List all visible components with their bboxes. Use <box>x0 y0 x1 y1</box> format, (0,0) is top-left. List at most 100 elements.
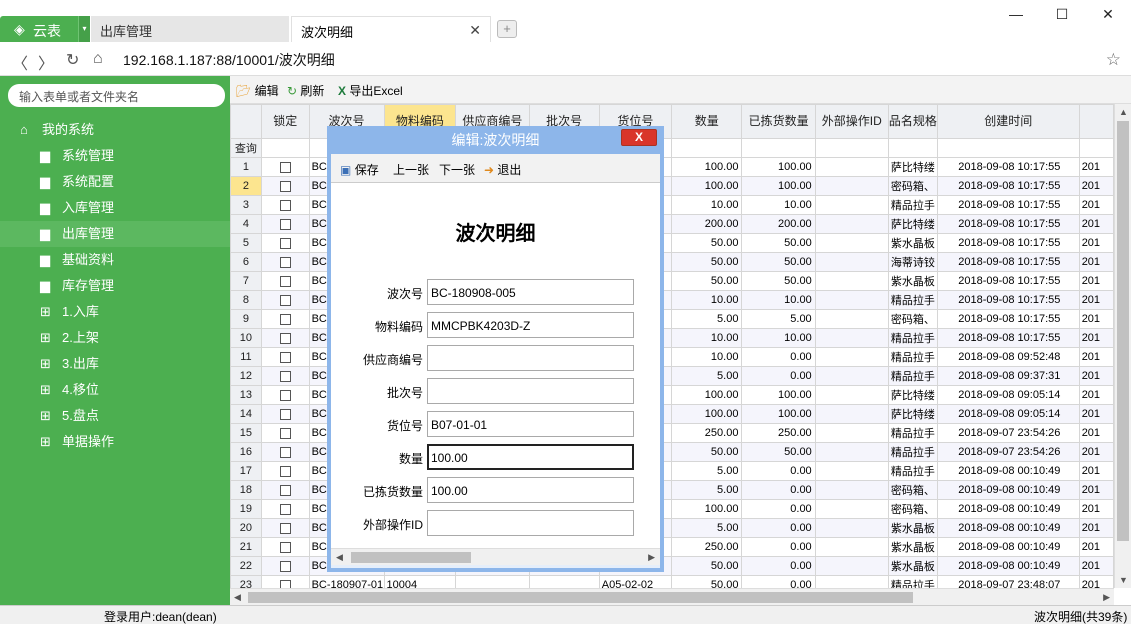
lock-cell[interactable] <box>260 176 310 196</box>
vertical-scrollbar[interactable]: ▲ ▼ <box>1114 104 1131 588</box>
cell-ext[interactable] <box>814 404 889 424</box>
cell-name[interactable]: 精品拉手 <box>887 328 938 348</box>
field-input[interactable]: 100.00 <box>427 444 634 470</box>
export-excel-button[interactable]: X 导出Excel <box>338 82 403 99</box>
maximize-icon[interactable]: ☐ <box>1039 6 1085 26</box>
sidebar-item[interactable]: ▆ 基础资料 <box>0 247 230 273</box>
column-header[interactable]: 品名规格 <box>887 104 938 139</box>
cell-ext[interactable] <box>814 442 889 462</box>
lock-cell[interactable] <box>260 404 310 424</box>
dialog-horizontal-scrollbar[interactable]: ◀ ▶ <box>331 548 660 565</box>
cell-picked[interactable]: 50.00 <box>741 271 816 291</box>
scroll-left-icon[interactable]: ◀ <box>336 552 343 563</box>
lock-checkbox[interactable] <box>279 541 291 553</box>
lock-cell[interactable] <box>260 575 310 588</box>
cell-name[interactable]: 密码箱、 <box>887 176 938 196</box>
cell-qty[interactable]: 10.00 <box>671 328 743 348</box>
cell-picked[interactable]: 0.00 <box>741 556 816 576</box>
cell-time[interactable]: 2018-09-08 00:10:49 <box>936 556 1080 576</box>
lock-checkbox[interactable] <box>279 332 291 344</box>
cell-time[interactable]: 2018-09-08 10:17:55 <box>936 214 1080 234</box>
cell-time[interactable]: 2018-09-08 10:17:55 <box>936 309 1080 329</box>
reload-icon[interactable]: ↻ <box>66 50 79 70</box>
cell-picked[interactable]: 0.00 <box>741 537 816 557</box>
cell-qty[interactable]: 5.00 <box>671 366 743 386</box>
cell-extra[interactable]: 201 <box>1078 328 1114 348</box>
lock-checkbox[interactable] <box>279 275 291 287</box>
field-input[interactable] <box>427 378 634 404</box>
tab-wave-detail[interactable]: 波次明细 ✕ <box>291 16 491 42</box>
cell-ext[interactable] <box>814 214 889 234</box>
field-input[interactable]: MMCPBK4203D-Z <box>427 312 634 338</box>
field-input[interactable]: B07-01-01 <box>427 411 634 437</box>
lock-checkbox[interactable] <box>279 484 291 496</box>
cell-ext[interactable] <box>814 518 889 538</box>
cell-ext[interactable] <box>814 176 889 196</box>
cell-name[interactable]: 精品拉手 <box>887 575 938 588</box>
field-input[interactable]: BC-180908-005 <box>427 279 634 305</box>
cell-name[interactable]: 萨比特缕 <box>887 404 938 424</box>
cell-qty[interactable]: 10.00 <box>671 290 743 310</box>
cell-picked[interactable]: 200.00 <box>741 214 816 234</box>
cell-extra[interactable]: 201 <box>1078 423 1114 443</box>
cell-extra[interactable]: 201 <box>1078 271 1114 291</box>
lock-checkbox[interactable] <box>279 579 291 588</box>
cell-extra[interactable]: 201 <box>1078 309 1114 329</box>
back-icon[interactable]: 〈 <box>12 50 28 74</box>
cell-name[interactable]: 紫水晶板 <box>887 233 938 253</box>
query-cell[interactable] <box>741 138 816 158</box>
cell-picked[interactable]: 0.00 <box>741 347 816 367</box>
cell-qty[interactable]: 50.00 <box>671 442 743 462</box>
lock-checkbox[interactable] <box>279 294 291 306</box>
lock-checkbox[interactable] <box>279 161 291 173</box>
sidebar-search-input[interactable]: 输入表单或者文件夹名 <box>8 84 225 107</box>
cell-time[interactable]: 2018-09-07 23:54:26 <box>936 423 1080 443</box>
lock-cell[interactable] <box>260 195 310 215</box>
cell-name[interactable]: 精品拉手 <box>887 347 938 367</box>
horizontal-scroll-thumb[interactable] <box>248 592 913 603</box>
column-header[interactable]: 数量 <box>671 104 743 139</box>
cell-ext[interactable] <box>814 575 889 588</box>
scroll-up-icon[interactable]: ▲ <box>1119 107 1128 117</box>
lock-cell[interactable] <box>260 499 310 519</box>
cell-time[interactable]: 2018-09-07 23:54:26 <box>936 442 1080 462</box>
cell-name[interactable]: 密码箱、 <box>887 499 938 519</box>
lock-cell[interactable] <box>260 233 310 253</box>
lock-cell[interactable] <box>260 423 310 443</box>
cell-time[interactable]: 2018-09-08 00:10:49 <box>936 537 1080 557</box>
lock-checkbox[interactable] <box>279 370 291 382</box>
column-header[interactable]: 外部操作ID <box>814 104 889 139</box>
dialog-close-button[interactable]: X <box>621 129 657 146</box>
cell-picked[interactable]: 10.00 <box>741 328 816 348</box>
scroll-right-icon[interactable]: ▶ <box>1103 592 1110 603</box>
cell-time[interactable]: 2018-09-08 00:10:49 <box>936 518 1080 538</box>
cell-ext[interactable] <box>814 309 889 329</box>
cell-ext[interactable] <box>814 385 889 405</box>
cell-time[interactable]: 2018-09-07 23:48:07 <box>936 575 1080 588</box>
sidebar-item[interactable]: ▆ 系统管理 <box>0 143 230 169</box>
cell-extra[interactable]: 201 <box>1078 537 1114 557</box>
cell-wave[interactable]: BC-180907-01 <box>308 575 385 588</box>
cell-time[interactable]: 2018-09-08 09:37:31 <box>936 366 1080 386</box>
cell-name[interactable]: 萨比特缕 <box>887 214 938 234</box>
cell-extra[interactable]: 201 <box>1078 347 1114 367</box>
cell-extra[interactable]: 201 <box>1078 518 1114 538</box>
lock-cell[interactable] <box>260 252 310 272</box>
next-button[interactable]: 下一张 <box>439 161 475 178</box>
sidebar-item[interactable]: ⊞ 1.入库 <box>0 299 230 325</box>
lock-cell[interactable] <box>260 537 310 557</box>
cell-picked[interactable]: 10.00 <box>741 290 816 310</box>
column-header[interactable]: 创建时间 <box>936 104 1080 139</box>
cell-ext[interactable] <box>814 480 889 500</box>
bookmark-star-icon[interactable]: ☆ <box>1106 50 1121 70</box>
scroll-right-icon[interactable]: ▶ <box>648 552 655 563</box>
cell-name[interactable]: 萨比特缕 <box>887 157 938 177</box>
dropdown-icon[interactable]: ▾ <box>78 16 90 42</box>
cell-name[interactable]: 精品拉手 <box>887 442 938 462</box>
cell-extra[interactable]: 201 <box>1078 480 1114 500</box>
column-header[interactable]: 锁定 <box>260 104 310 139</box>
cell-name[interactable]: 精品拉手 <box>887 366 938 386</box>
cell-loc[interactable]: A05-02-02 <box>598 575 673 588</box>
lock-checkbox[interactable] <box>279 256 291 268</box>
lock-checkbox[interactable] <box>279 427 291 439</box>
